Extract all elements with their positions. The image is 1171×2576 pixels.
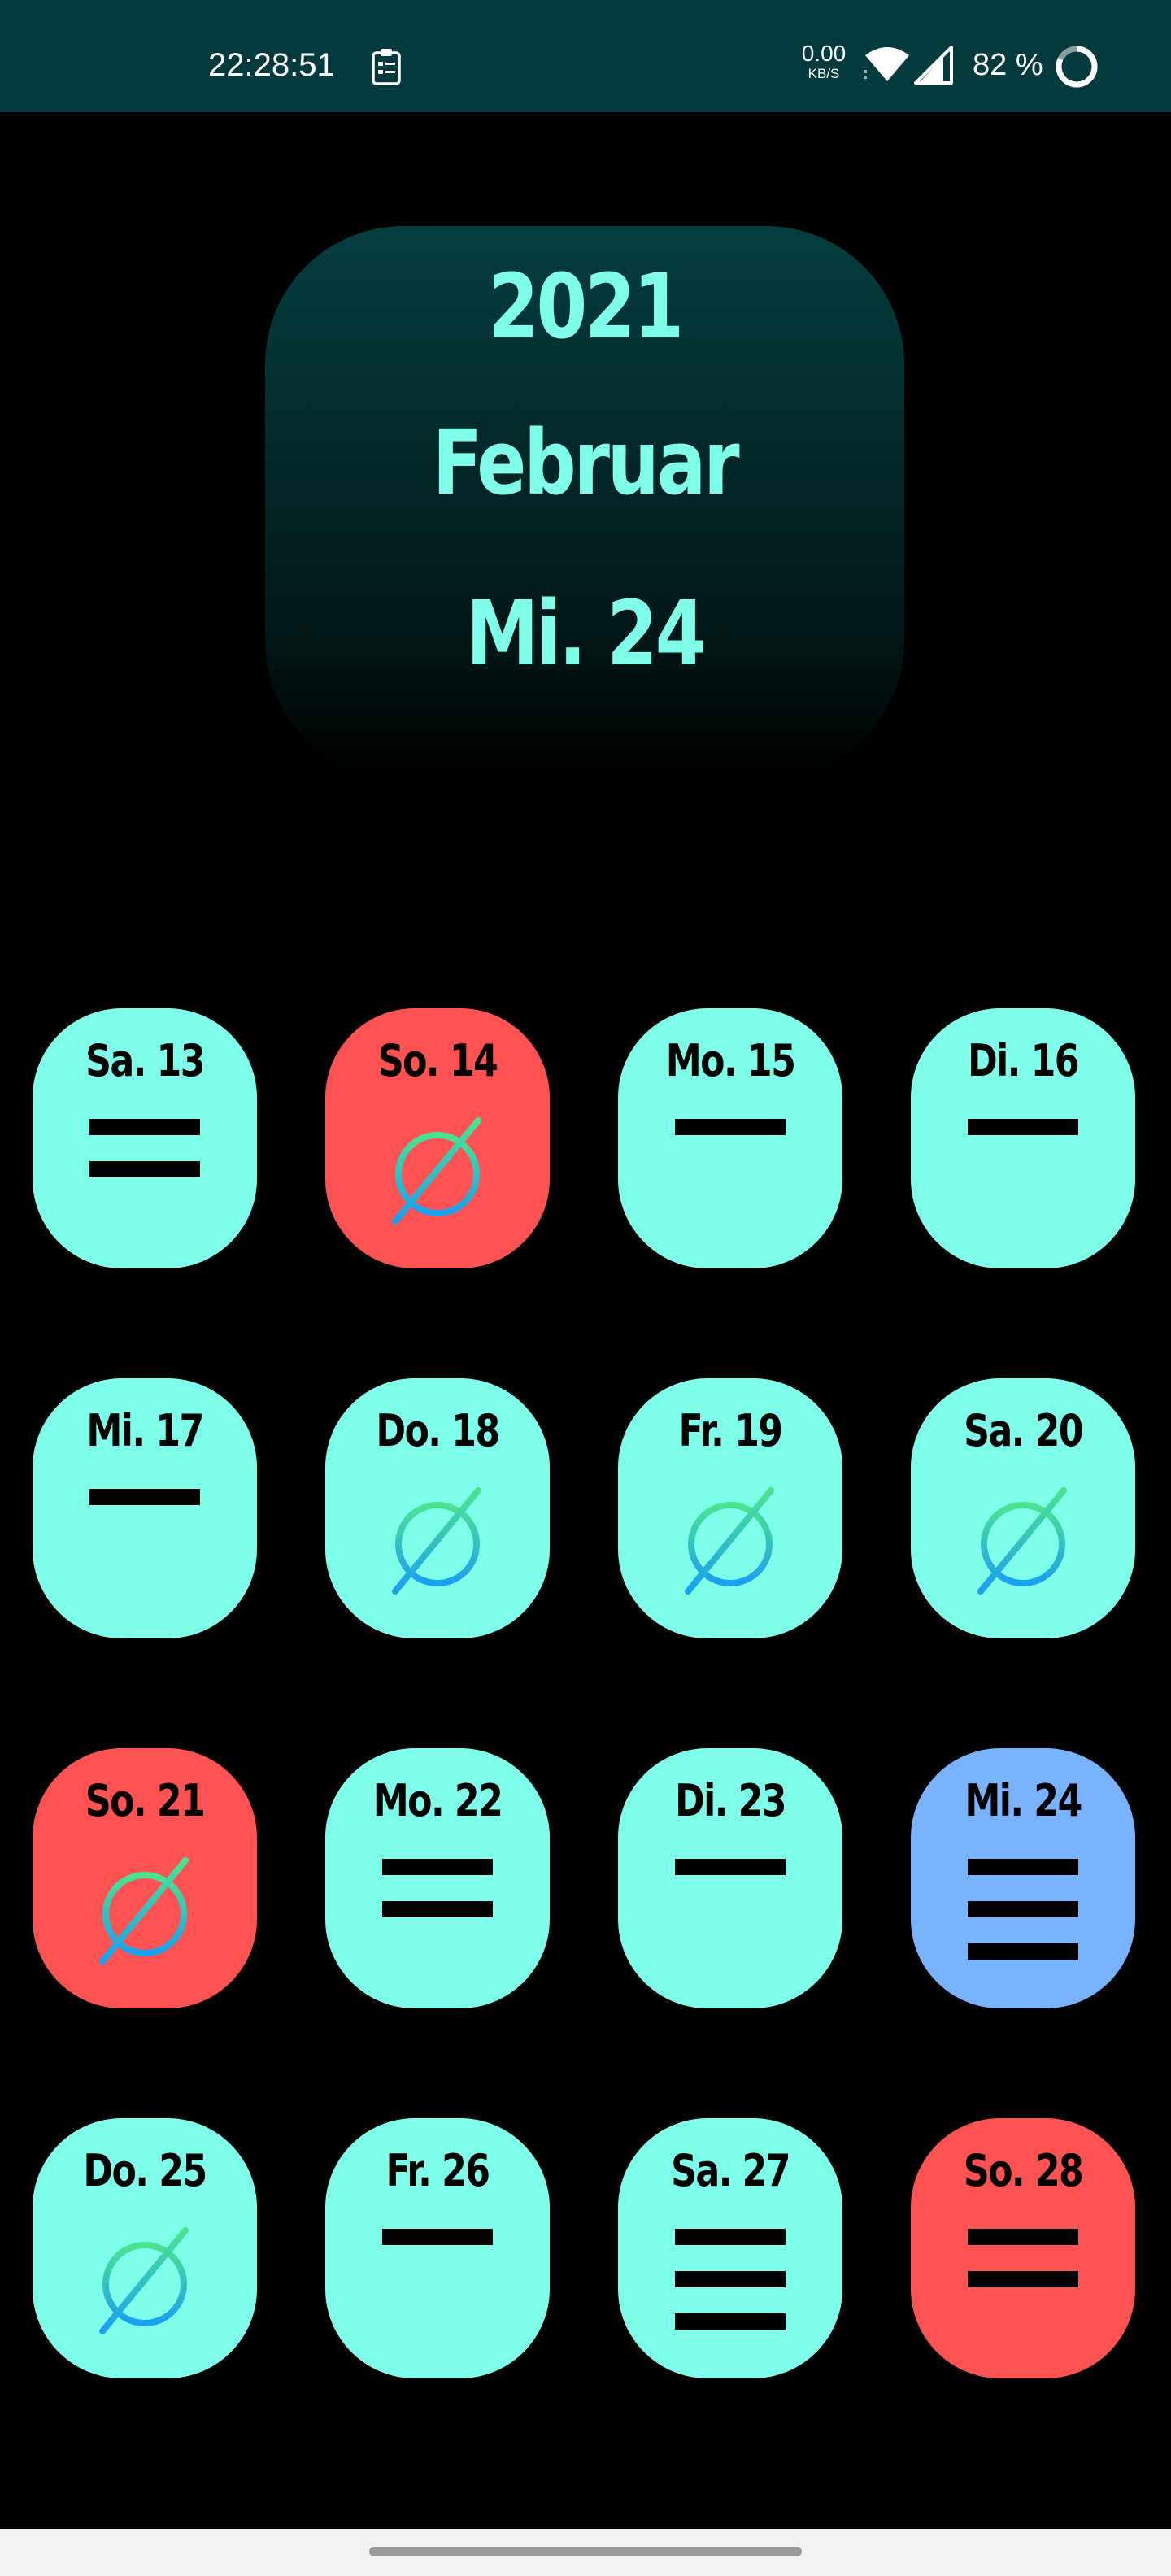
entry-bars	[968, 1859, 1078, 1986]
home-gesture-handle[interactable]	[369, 2547, 802, 2556]
day-tile[interactable]: So. 14	[325, 1008, 550, 1268]
day-tile[interactable]: So. 28	[911, 2118, 1135, 2378]
day-label: Fr. 26	[385, 2145, 491, 2196]
entry-bar	[382, 2229, 493, 2245]
entry-bar	[968, 1901, 1078, 1917]
entry-bars	[968, 1119, 1078, 1161]
entry-bar	[89, 1489, 200, 1505]
day-tile[interactable]: Mi. 24	[911, 1748, 1135, 2008]
wifi-icon	[864, 47, 909, 81]
empty-set-icon	[99, 1857, 189, 1965]
entry-bar	[675, 2229, 786, 2245]
empty-set-icon	[977, 1487, 1067, 1595]
battery-ring-icon	[1056, 46, 1098, 88]
signal-icon	[914, 46, 953, 85]
day-label: So. 28	[963, 2145, 1084, 2196]
entry-bar	[675, 1859, 786, 1875]
day-tile[interactable]: So. 21	[33, 1748, 257, 2008]
day-label: Mi. 24	[964, 1775, 1082, 1826]
day-label: Do. 25	[83, 2145, 207, 2196]
entry-bar	[675, 2271, 786, 2287]
entry-bars	[968, 2229, 1078, 2313]
day-label: Sa. 27	[671, 2145, 790, 2196]
entry-bars	[382, 1859, 493, 1943]
entry-bars	[675, 2229, 786, 2356]
day-label: Di. 23	[675, 1775, 787, 1826]
day-label: Do. 18	[376, 1405, 500, 1456]
network-speed-value: 0.00	[801, 41, 847, 66]
entry-bar	[968, 2271, 1078, 2287]
day-tile[interactable]: Sa. 13	[33, 1008, 257, 1268]
day-label: Di. 16	[968, 1035, 1080, 1086]
entry-bars	[89, 1489, 200, 1531]
empty-set-icon	[685, 1487, 774, 1595]
day-tile[interactable]: Mo. 22	[325, 1748, 550, 2008]
entry-bar	[382, 1901, 493, 1917]
empty-set-icon	[392, 1117, 481, 1225]
navigation-bar	[0, 2529, 1171, 2576]
day-label: Sa. 13	[85, 1035, 205, 1086]
day-tile[interactable]: Fr. 19	[618, 1378, 842, 1638]
day-label: Mo. 15	[665, 1035, 796, 1086]
day-tile[interactable]: Mo. 15	[618, 1008, 842, 1268]
day-tile[interactable]: Sa. 27	[618, 2118, 842, 2378]
entry-bars	[382, 2229, 493, 2271]
entry-bar	[968, 1859, 1078, 1875]
entry-bar	[675, 1119, 786, 1135]
empty-set-icon	[392, 1487, 481, 1595]
entry-bars	[89, 1119, 200, 1203]
entry-bars	[675, 1119, 786, 1161]
network-speed: 0.00 KB/S	[795, 41, 852, 81]
day-tile[interactable]: Di. 16	[911, 1008, 1135, 1268]
status-bar: 22:28:51 0.00 KB/S 82 %	[0, 0, 1171, 112]
entry-bar	[382, 1859, 493, 1875]
entry-bar	[89, 1119, 200, 1135]
entry-bar	[675, 2313, 786, 2330]
day-label: Mi. 17	[86, 1405, 204, 1456]
entry-bar	[968, 2229, 1078, 2245]
entry-bar	[968, 1119, 1078, 1135]
battery-percentage: 82 %	[973, 48, 1043, 82]
day-label: Mo. 22	[372, 1775, 503, 1826]
day-tile[interactable]: Fr. 26	[325, 2118, 550, 2378]
current-day-label: Mi. 24	[465, 581, 706, 685]
entry-bar	[89, 1161, 200, 1177]
day-tile[interactable]: Do. 25	[33, 2118, 257, 2378]
day-tile[interactable]: Mi. 17	[33, 1378, 257, 1638]
entry-bar	[968, 1943, 1078, 1960]
entry-bars	[675, 1859, 786, 1901]
day-tile[interactable]: Sa. 20	[911, 1378, 1135, 1638]
day-label: Sa. 20	[964, 1405, 1083, 1456]
network-speed-unit: KB/S	[808, 66, 840, 81]
date-header-card: 2021 Februar Mi. 24	[265, 226, 904, 779]
month-label: Februar	[432, 411, 740, 515]
day-label: So. 14	[377, 1035, 498, 1086]
clipboard-icon	[372, 49, 401, 85]
year-label: 2021	[488, 255, 684, 359]
day-tile[interactable]: Do. 18	[325, 1378, 550, 1638]
status-time: 22:28:51	[208, 47, 335, 83]
day-label: Fr. 19	[678, 1405, 784, 1456]
empty-set-icon	[99, 2227, 189, 2334]
day-label: So. 21	[85, 1775, 206, 1826]
day-tile[interactable]: Di. 23	[618, 1748, 842, 2008]
